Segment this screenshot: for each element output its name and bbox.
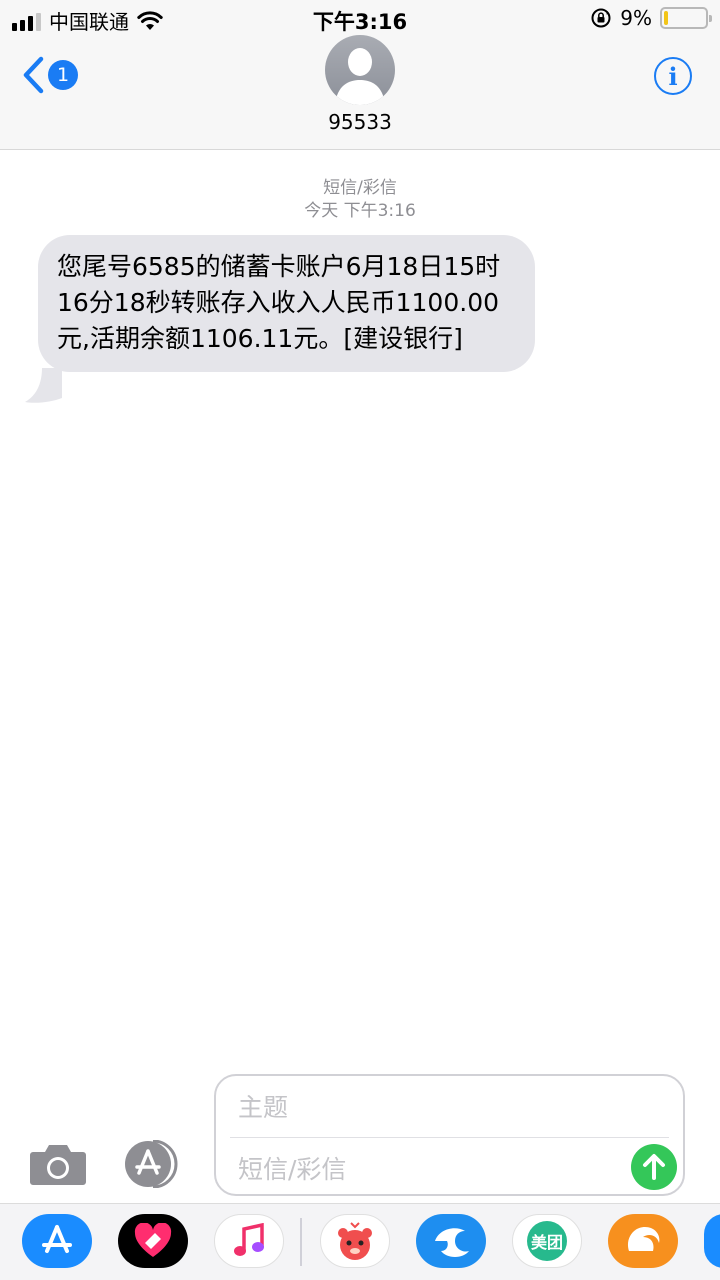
chevron-left-icon [23, 56, 44, 94]
person-silhouette-icon [335, 48, 385, 105]
rotation-lock-icon [591, 8, 611, 28]
app-store-drawer-icon[interactable] [123, 1140, 185, 1188]
music-note-icon [234, 1223, 264, 1256]
avatar[interactable] [325, 35, 395, 105]
message-input[interactable]: 短信/彩信 [238, 1150, 346, 1186]
heart-icon [134, 1223, 172, 1257]
composer-divider [230, 1137, 669, 1138]
status-bar: 中国联通 下午3:16 9% [0, 0, 720, 38]
arrow-up-icon [643, 1154, 665, 1180]
music-icon[interactable] [214, 1214, 284, 1268]
info-button[interactable]: i [654, 57, 692, 95]
squirrel-icon [627, 1227, 660, 1251]
app-store-glyph-icon [42, 1225, 72, 1253]
dolphin-app-icon[interactable] [416, 1214, 486, 1268]
meituan-icon[interactable]: 美团 [512, 1214, 582, 1268]
digital-touch-icon[interactable] [118, 1214, 188, 1268]
app-store-icon[interactable] [22, 1214, 92, 1268]
message-timestamp: 今天 下午3:16 [304, 201, 416, 221]
bubble-tail [25, 368, 62, 403]
dolphin-icon [435, 1228, 469, 1257]
unread-badge: 1 [48, 60, 78, 90]
status-right: 9% [590, 6, 712, 30]
app-drawer-divider [300, 1218, 302, 1266]
incoming-message-bubble[interactable]: 您尾号6585的储蓄卡账户6月18日15时16分18秒转账存入收入人民币1100… [38, 235, 535, 372]
battery-percent: 9% [620, 6, 652, 30]
uc-browser-icon[interactable] [608, 1214, 678, 1268]
message-type-label: 短信/彩信 [323, 178, 397, 198]
battery-icon [660, 7, 712, 29]
send-button[interactable] [631, 1144, 677, 1190]
message-composer[interactable]: 主题 短信/彩信 [214, 1074, 685, 1196]
info-icon: i [668, 61, 678, 91]
app-drawer: 美团 [0, 1203, 720, 1280]
contact-name[interactable]: 95533 [0, 110, 720, 134]
battery-level [664, 11, 668, 25]
camera-icon[interactable] [29, 1142, 87, 1186]
meituan-label: 美团 [527, 1221, 567, 1261]
more-apps-icon[interactable] [704, 1214, 720, 1268]
back-button[interactable]: 1 [22, 56, 78, 94]
bear-face-icon [338, 1222, 372, 1260]
bear-sticker-icon[interactable] [320, 1214, 390, 1268]
subject-input[interactable]: 主题 [238, 1088, 288, 1124]
